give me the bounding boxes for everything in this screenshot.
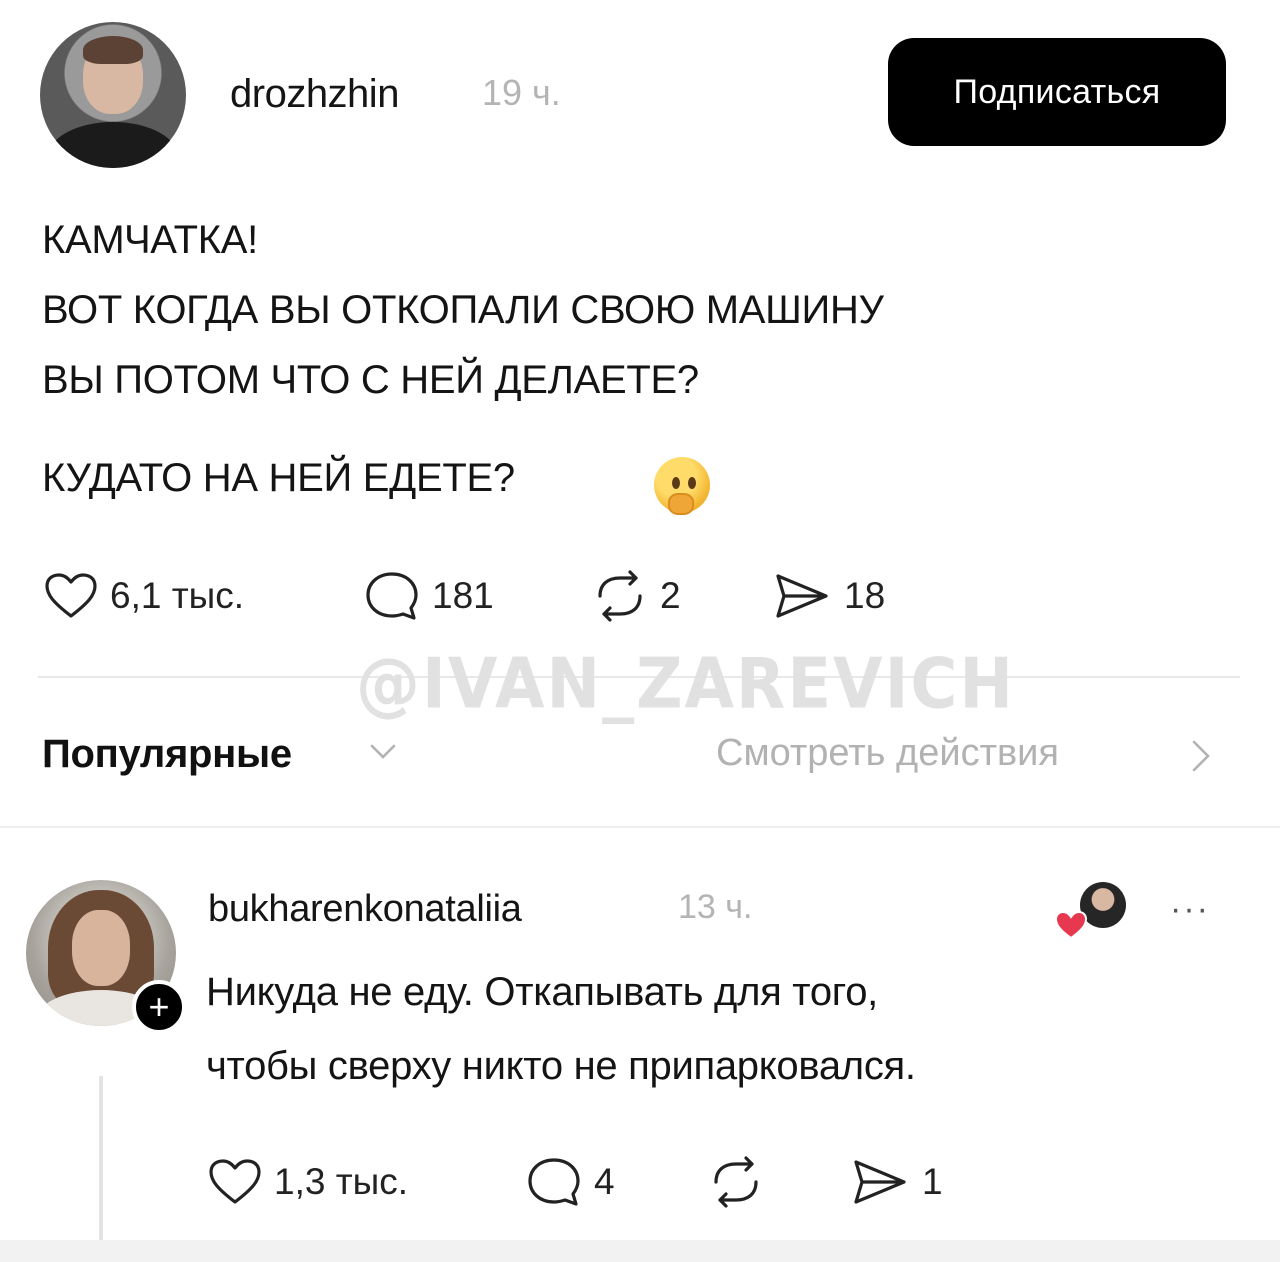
post-text-line: ВЫ ПОТОМ ЧТО С НЕЙ ДЕЛАЕТЕ? — [42, 358, 699, 402]
repost-icon — [598, 570, 642, 622]
thread-line — [99, 1076, 103, 1241]
like-count: 6,1 тыс. — [110, 575, 245, 616]
follow-plus-icon[interactable]: + — [132, 980, 186, 1034]
chevron-right-icon[interactable] — [1190, 738, 1212, 774]
comment-repost-button[interactable] — [708, 1156, 764, 1208]
author-avatar[interactable] — [40, 22, 186, 168]
heart-icon — [45, 573, 97, 618]
bottom-bar — [0, 1240, 1280, 1262]
share-count: 18 — [844, 575, 886, 616]
share-button[interactable]: 18 — [772, 570, 885, 622]
follow-button[interactable]: Подписаться — [888, 38, 1226, 146]
watermark: @IVAN_ZAREVICH — [356, 645, 1015, 725]
author-username[interactable]: drozhzhin — [230, 72, 399, 117]
repost-count: 2 — [660, 575, 681, 616]
sort-dropdown[interactable]: Популярные — [42, 732, 292, 777]
comment-count: 181 — [432, 575, 494, 616]
comment-like-button[interactable]: 1,3 тыс. — [208, 1158, 408, 1206]
commenter-username[interactable]: bukharenkonataliia — [208, 888, 522, 931]
comment-like-count: 1,3 тыс. — [274, 1161, 409, 1202]
post-text-line: КАМЧАТКА! — [42, 218, 258, 262]
post-text-line: ВОТ КОГДА ВЫ ОТКОПАЛИ СВОЮ МАШИНУ — [42, 288, 884, 332]
see-actions-link[interactable]: Смотреть действия — [716, 732, 1059, 775]
post-time: 19 ч. — [482, 72, 561, 113]
post-text-line: КУДАТО НА НЕЙ ЕДЕТЕ? — [42, 456, 515, 500]
chevron-down-icon[interactable] — [368, 742, 398, 762]
comment-button[interactable]: 181 — [364, 570, 494, 622]
repost-icon — [714, 1156, 758, 1208]
like-button[interactable]: 6,1 тыс. — [44, 572, 244, 620]
send-icon — [776, 574, 828, 618]
comment-bubble-icon — [366, 572, 418, 620]
comment-reply-count: 4 — [594, 1161, 615, 1202]
more-options-icon[interactable]: ··· — [1170, 890, 1210, 929]
comment-bubble-icon — [528, 1158, 580, 1206]
comment-text-line: Никуда не еду. Откапывать для того, — [206, 970, 878, 1014]
comment-text-line: чтобы сверху никто не припарковался. — [206, 1044, 916, 1088]
thinking-face-icon — [654, 457, 710, 515]
send-icon — [854, 1160, 906, 1204]
comment-time: 13 ч. — [678, 888, 753, 926]
heart-icon — [209, 1159, 261, 1204]
heart-icon — [1054, 910, 1088, 940]
repost-button[interactable]: 2 — [592, 570, 681, 622]
divider — [0, 826, 1280, 828]
comment-share-count: 1 — [922, 1161, 943, 1202]
comment-share-button[interactable]: 1 — [850, 1156, 943, 1208]
comment-reply-button[interactable]: 4 — [526, 1156, 615, 1208]
